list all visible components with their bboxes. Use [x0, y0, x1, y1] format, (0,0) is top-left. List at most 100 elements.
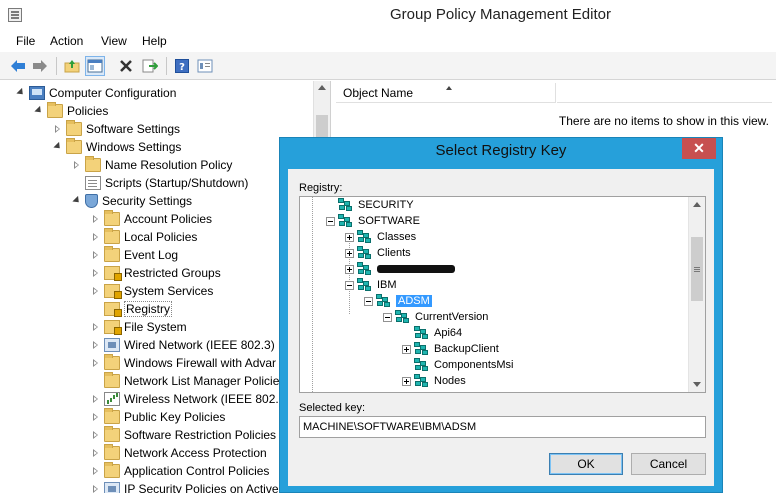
registry-item-redacted[interactable]: [345, 261, 455, 277]
tree-item-file-system[interactable]: File System: [91, 318, 187, 336]
expand-toggle-icon[interactable]: [91, 484, 101, 493]
expand-toggle-icon[interactable]: [402, 344, 411, 354]
collapse-toggle-icon[interactable]: [345, 280, 354, 290]
collapse-toggle-icon[interactable]: [383, 312, 392, 322]
show-hide-tree-icon[interactable]: [85, 56, 105, 76]
expand-toggle-icon[interactable]: [345, 232, 354, 242]
tree-item-label: Network Access Protection: [124, 446, 267, 460]
registry-item-classes[interactable]: Classes: [345, 229, 416, 245]
tree-item-windows-settings[interactable]: Windows Settings: [53, 138, 181, 156]
expand-toggle-icon[interactable]: [91, 448, 101, 458]
expand-toggle-icon[interactable]: [402, 376, 411, 386]
forward-icon[interactable]: [30, 56, 50, 76]
registry-scrollbar[interactable]: [688, 197, 705, 392]
shield-icon: [85, 194, 98, 208]
scroll-thumb[interactable]: [691, 237, 703, 301]
expand-toggle-icon[interactable]: [91, 322, 101, 332]
tree-item-application-control-policies[interactable]: Application Control Policies: [91, 462, 269, 480]
expand-toggle-icon[interactable]: [91, 268, 101, 278]
registry-item-backupclient[interactable]: BackupClient: [402, 341, 499, 357]
registry-item-clients[interactable]: Clients: [345, 245, 411, 261]
column-header-label: Object Name: [343, 86, 414, 100]
back-icon[interactable]: [8, 56, 28, 76]
expand-toggle-icon[interactable]: [91, 412, 101, 422]
registry-item-nodes[interactable]: Nodes: [402, 373, 466, 389]
expand-toggle-icon[interactable]: [91, 214, 101, 224]
registry-item-currentversion[interactable]: CurrentVersion: [383, 309, 488, 325]
tree-item-system-services[interactable]: System Services: [91, 282, 213, 300]
selected-key-label: Selected key:: [299, 402, 366, 414]
selected-key-field[interactable]: MACHINE\SOFTWARE\IBM\ADSM: [299, 416, 706, 438]
tree-item-name-resolution-policy[interactable]: Name Resolution Policy: [72, 156, 232, 174]
registry-item-adsm[interactable]: ADSM: [364, 293, 432, 309]
expand-toggle-icon[interactable]: [91, 340, 101, 350]
properties-icon[interactable]: [195, 56, 215, 76]
tree-item-restricted-groups[interactable]: Restricted Groups: [91, 264, 221, 282]
tree-item-network-list-manager[interactable]: Network List Manager Policie: [91, 372, 279, 390]
up-folder-icon[interactable]: [62, 56, 82, 76]
expand-toggle-icon[interactable]: [91, 430, 101, 440]
help-icon[interactable]: ?: [172, 56, 192, 76]
tree-item-wired-network[interactable]: Wired Network (IEEE 802.3) P: [91, 336, 286, 354]
tree-item-account-policies[interactable]: Account Policies: [91, 210, 212, 228]
registry-key-icon: [395, 310, 411, 324]
tree-item-label: System Services: [124, 284, 214, 298]
menu-action[interactable]: Action: [50, 34, 83, 48]
export-icon[interactable]: [140, 56, 160, 76]
expand-toggle-icon[interactable]: [91, 466, 101, 476]
cancel-button[interactable]: Cancel: [631, 453, 706, 475]
registry-item-ibm[interactable]: IBM: [345, 277, 397, 293]
tree-item-ip-security-policies[interactable]: IP Security Policies on Active: [91, 480, 279, 493]
tree-item-scripts[interactable]: Scripts (Startup/Shutdown): [72, 174, 248, 192]
tree-item-label: Wireless Network (IEEE 802.1: [124, 392, 286, 406]
column-header-object-name[interactable]: Object Name: [336, 83, 556, 103]
scroll-up-icon[interactable]: [693, 202, 701, 207]
expand-toggle-icon[interactable]: [91, 232, 101, 242]
menu-view[interactable]: View: [101, 34, 127, 48]
registry-item-software[interactable]: SOFTWARE: [326, 213, 420, 229]
tree-item-windows-firewall[interactable]: Windows Firewall with Advar: [91, 354, 276, 372]
expand-toggle-icon[interactable]: [91, 250, 101, 260]
expand-toggle-icon[interactable]: [34, 106, 44, 116]
expand-toggle-icon[interactable]: [91, 394, 101, 404]
expand-toggle-icon[interactable]: [72, 160, 82, 170]
tree-item-security-settings[interactable]: Security Settings: [72, 192, 192, 210]
registry-tree[interactable]: SECURITY SOFTWARE Classes Clients IBM AD…: [299, 196, 706, 393]
tree-item-label: Public Key Policies: [124, 410, 226, 424]
tree-item-local-policies[interactable]: Local Policies: [91, 228, 197, 246]
tree-item-software-settings[interactable]: Software Settings: [53, 120, 180, 138]
tree-item-network-access-protection[interactable]: Network Access Protection: [91, 444, 267, 462]
tree-item-policies[interactable]: Policies: [34, 102, 108, 120]
tree-item-software-restriction-policies[interactable]: Software Restriction Policies: [91, 426, 276, 444]
ok-button[interactable]: OK: [549, 453, 623, 475]
expand-toggle-icon[interactable]: [53, 124, 63, 134]
tree-line: [312, 197, 313, 392]
expand-toggle-icon[interactable]: [345, 248, 354, 258]
tree-item-wireless-network[interactable]: Wireless Network (IEEE 802.1: [91, 390, 285, 408]
scroll-down-icon[interactable]: [693, 382, 701, 387]
close-button[interactable]: ✕: [682, 138, 716, 159]
registry-item-security[interactable]: SECURITY: [326, 197, 414, 213]
grip-icon: [694, 267, 700, 268]
menu-file[interactable]: File: [16, 34, 35, 48]
expand-toggle-icon[interactable]: [91, 358, 101, 368]
registry-item-api64[interactable]: Api64: [402, 325, 462, 341]
expand-toggle-icon[interactable]: [16, 88, 26, 98]
network-icon: [104, 482, 120, 493]
folder-icon: [104, 210, 120, 226]
expand-toggle-icon[interactable]: [72, 196, 82, 206]
collapse-toggle-icon[interactable]: [326, 216, 335, 226]
expand-toggle-icon[interactable]: [53, 142, 63, 152]
expand-toggle-icon[interactable]: [345, 264, 354, 274]
tree-item-computer-configuration[interactable]: Computer Configuration: [16, 84, 176, 102]
expand-toggle-icon[interactable]: [91, 286, 101, 296]
delete-icon[interactable]: [116, 56, 136, 76]
registry-item-componentsmsi[interactable]: ComponentsMsi: [402, 357, 513, 373]
scroll-up-icon[interactable]: [318, 85, 326, 90]
tree-item-public-key-policies[interactable]: Public Key Policies: [91, 408, 225, 426]
menu-help[interactable]: Help: [142, 34, 167, 48]
tree-item-registry[interactable]: Registry: [91, 300, 173, 318]
folder-icon: [104, 354, 120, 370]
collapse-toggle-icon[interactable]: [364, 296, 373, 306]
tree-item-event-log[interactable]: Event Log: [91, 246, 178, 264]
